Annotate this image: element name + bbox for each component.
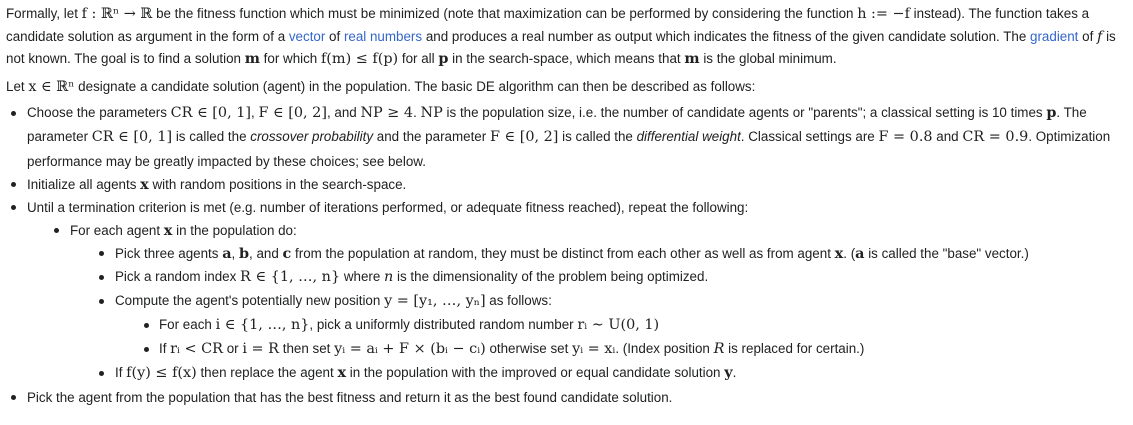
- term-crossover-probability: crossover probability: [250, 129, 374, 145]
- link-real-numbers[interactable]: real numbers: [344, 29, 422, 44]
- article-content: Formally, let f : ℝⁿ → ℝ be the fitness …: [0, 0, 1133, 409]
- link-gradient[interactable]: gradient: [1030, 29, 1078, 44]
- paragraph-fitness-definition: Formally, let f : ℝⁿ → ℝ be the fitness …: [6, 6, 1116, 68]
- algorithm-steps-list: Choose the parameters CR ∈ [0, 1], F ∈ […: [6, 101, 1127, 408]
- step-compute-new-position: Compute the agent's potentially new posi…: [92, 289, 1127, 361]
- step-pick-three-agents: Pick three agents a, b, and c from the p…: [92, 242, 1127, 265]
- step-for-each-agent: For each agent x in the population do: P…: [48, 219, 1127, 386]
- math-fitness-function: f : ℝⁿ → ℝ: [81, 6, 153, 22]
- paragraph-candidate-intro: Let x ∈ ℝⁿ designate a candidate solutio…: [6, 78, 756, 95]
- step-repeat-until-termination: Until a termination criterion is met (e.…: [6, 196, 1127, 386]
- math-minimum-condition: f(m) ≤ f(p): [320, 51, 399, 68]
- step-pick-random-index: Pick a random index R ∈ {1, …, n} where …: [92, 265, 1127, 289]
- math-candidate-x: x ∈ ℝⁿ: [28, 78, 75, 95]
- math-h-function: h := −f: [857, 6, 910, 22]
- step-initialize-agents: Initialize all agents x with random posi…: [6, 173, 1127, 196]
- step-choose-parameters: Choose the parameters CR ∈ [0, 1], F ∈ […: [6, 101, 1127, 172]
- step-crossover-rule: If rᵢ < CR or i = R then set yᵢ = aᵢ + F…: [138, 337, 1127, 361]
- position-substeps-list: For each i ∈ {1, …, n}, pick a uniformly…: [138, 313, 1127, 361]
- step-pick-best-agent: Pick the agent from the population that …: [6, 386, 1127, 409]
- agent-substeps-list: Pick three agents a, b, and c from the p…: [92, 242, 1127, 386]
- step-pick-random-number: For each i ∈ {1, …, n}, pick a uniformly…: [138, 313, 1127, 337]
- repeat-substeps-list: For each agent x in the population do: P…: [48, 219, 1127, 386]
- term-differential-weight: differential weight: [636, 129, 741, 145]
- link-vector[interactable]: vector: [289, 29, 325, 44]
- step-replace-agent: If f(y) ≤ f(x) then replace the agent x …: [92, 361, 1127, 385]
